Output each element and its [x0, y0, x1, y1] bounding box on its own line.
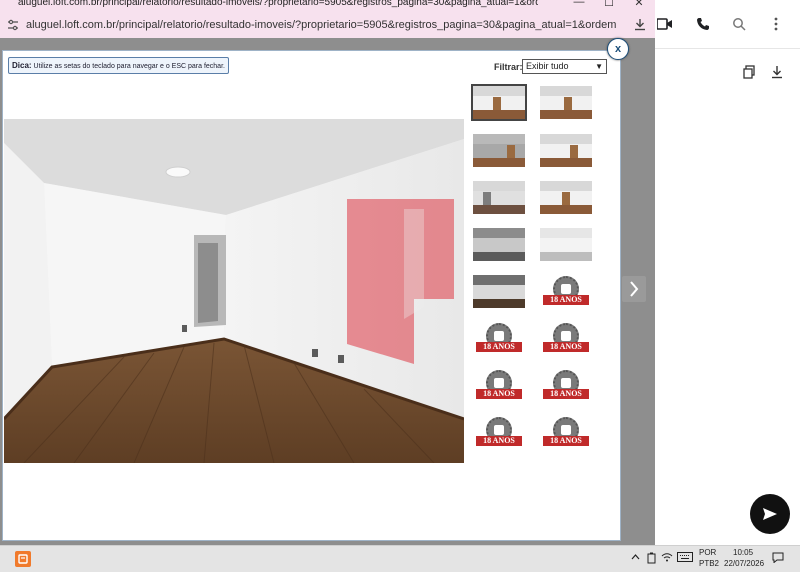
- chevron-down-icon: ▼: [595, 62, 603, 71]
- more-options-icon[interactable]: [766, 14, 786, 34]
- thumbnail-photo: [540, 86, 592, 119]
- thumbnail-photo: [473, 228, 525, 261]
- thumbnail-12[interactable]: 18 ANOS: [540, 322, 592, 355]
- seal-ribbon: 18 ANOS: [476, 389, 522, 399]
- thumbnail-1[interactable]: [471, 84, 527, 121]
- thumbnail-3[interactable]: [473, 134, 525, 167]
- room-photo-image: [4, 119, 464, 463]
- thumbnail-6[interactable]: [540, 181, 592, 214]
- thumbnail-photo: [473, 86, 525, 119]
- thumbnail-10[interactable]: 18 ANOS: [540, 275, 592, 308]
- seal-ribbon: 18 ANOS: [543, 342, 589, 352]
- filter-selected-value: Exibir tudo: [526, 61, 569, 71]
- anniversary-seal-thumbnail: 18 ANOS: [540, 322, 592, 355]
- notifications-icon[interactable]: [772, 552, 784, 565]
- thumbnail-2[interactable]: [540, 86, 592, 119]
- seal-ribbon: 18 ANOS: [476, 342, 522, 352]
- anniversary-seal-thumbnail: 18 ANOS: [540, 275, 592, 308]
- thumbnail-photo: [473, 275, 525, 308]
- filter-label: Filtrar:: [494, 62, 523, 72]
- thumbnail-11[interactable]: 18 ANOS: [473, 322, 525, 355]
- copy-icon[interactable]: [739, 62, 759, 82]
- thumbnail-photo: [473, 181, 525, 214]
- filter-select[interactable]: Exibir tudo ▼: [522, 59, 607, 74]
- address-url: aluguel.loft.com.br/principal/relatorio/…: [26, 19, 616, 31]
- send-button[interactable]: [750, 494, 790, 534]
- window-titlebar: aluguel.loft.com.br/principal/relatorio/…: [0, 0, 655, 14]
- thumbnail-8[interactable]: [540, 228, 592, 261]
- close-window-button[interactable]: ✕: [624, 0, 654, 10]
- battery-icon[interactable]: [647, 552, 657, 566]
- anniversary-seal-thumbnail: 18 ANOS: [473, 369, 525, 402]
- thumbnail-7[interactable]: [473, 228, 525, 261]
- main-photo[interactable]: [4, 119, 464, 463]
- thumbnail-4[interactable]: [540, 134, 592, 167]
- taskbar-app-icon[interactable]: [15, 551, 31, 567]
- anniversary-seal-thumbnail: 18 ANOS: [473, 322, 525, 355]
- address-bar[interactable]: aluguel.loft.com.br/principal/relatorio/…: [0, 14, 655, 38]
- send-icon: [763, 508, 777, 520]
- language-top[interactable]: POR: [699, 548, 716, 557]
- tip-prefix: Dica:: [12, 61, 32, 70]
- taskbar: POR PTB2 10:05 22/07/2026: [0, 545, 800, 572]
- keyboard-icon[interactable]: [677, 552, 693, 564]
- thumbnail-photo: [540, 228, 592, 261]
- thumbnail-photo: [540, 134, 592, 167]
- anniversary-seal-thumbnail: 18 ANOS: [540, 416, 592, 449]
- thumbnail-13[interactable]: 18 ANOS: [473, 369, 525, 402]
- tip-text: Utilize as setas do teclado para navegar…: [33, 63, 225, 70]
- keyboard-tip: Dica: Utilize as setas do teclado para n…: [8, 57, 229, 74]
- clock-date[interactable]: 22/07/2026: [724, 559, 764, 568]
- chevron-right-icon: [630, 281, 639, 297]
- site-settings-icon[interactable]: [7, 19, 19, 31]
- window-title: aluguel.loft.com.br/principal/relatorio/…: [18, 0, 538, 8]
- thumbnail-15[interactable]: 18 ANOS: [473, 416, 525, 449]
- next-arrow-button[interactable]: [622, 276, 646, 302]
- download-icon[interactable]: [767, 62, 787, 82]
- search-icon[interactable]: [729, 14, 749, 34]
- thumbnail-9[interactable]: [473, 275, 525, 308]
- thumbnail-photo: [540, 181, 592, 214]
- seal-ribbon: 18 ANOS: [543, 436, 589, 446]
- phone-icon[interactable]: [693, 14, 713, 34]
- thumbnail-14[interactable]: 18 ANOS: [540, 369, 592, 402]
- lightbox-close-button[interactable]: x: [607, 38, 629, 60]
- thumbnail-5[interactable]: [473, 181, 525, 214]
- maximize-button[interactable]: ☐: [594, 0, 624, 10]
- anniversary-seal-thumbnail: 18 ANOS: [540, 369, 592, 402]
- download-icon[interactable]: [634, 18, 646, 34]
- language-bottom[interactable]: PTB2: [699, 559, 719, 568]
- seal-ribbon: 18 ANOS: [543, 389, 589, 399]
- thumbnail-16[interactable]: 18 ANOS: [540, 416, 592, 449]
- background-chat-app: [655, 0, 800, 545]
- wifi-icon[interactable]: [661, 552, 673, 564]
- tray-chevron-up-icon[interactable]: [631, 553, 640, 562]
- seal-ribbon: 18 ANOS: [476, 436, 522, 446]
- minimize-button[interactable]: —: [564, 0, 594, 10]
- video-call-icon[interactable]: [655, 14, 675, 34]
- seal-ribbon: 18 ANOS: [543, 295, 589, 305]
- thumbnail-photo: [473, 134, 525, 167]
- anniversary-seal-thumbnail: 18 ANOS: [473, 416, 525, 449]
- clock-time[interactable]: 10:05: [733, 548, 753, 557]
